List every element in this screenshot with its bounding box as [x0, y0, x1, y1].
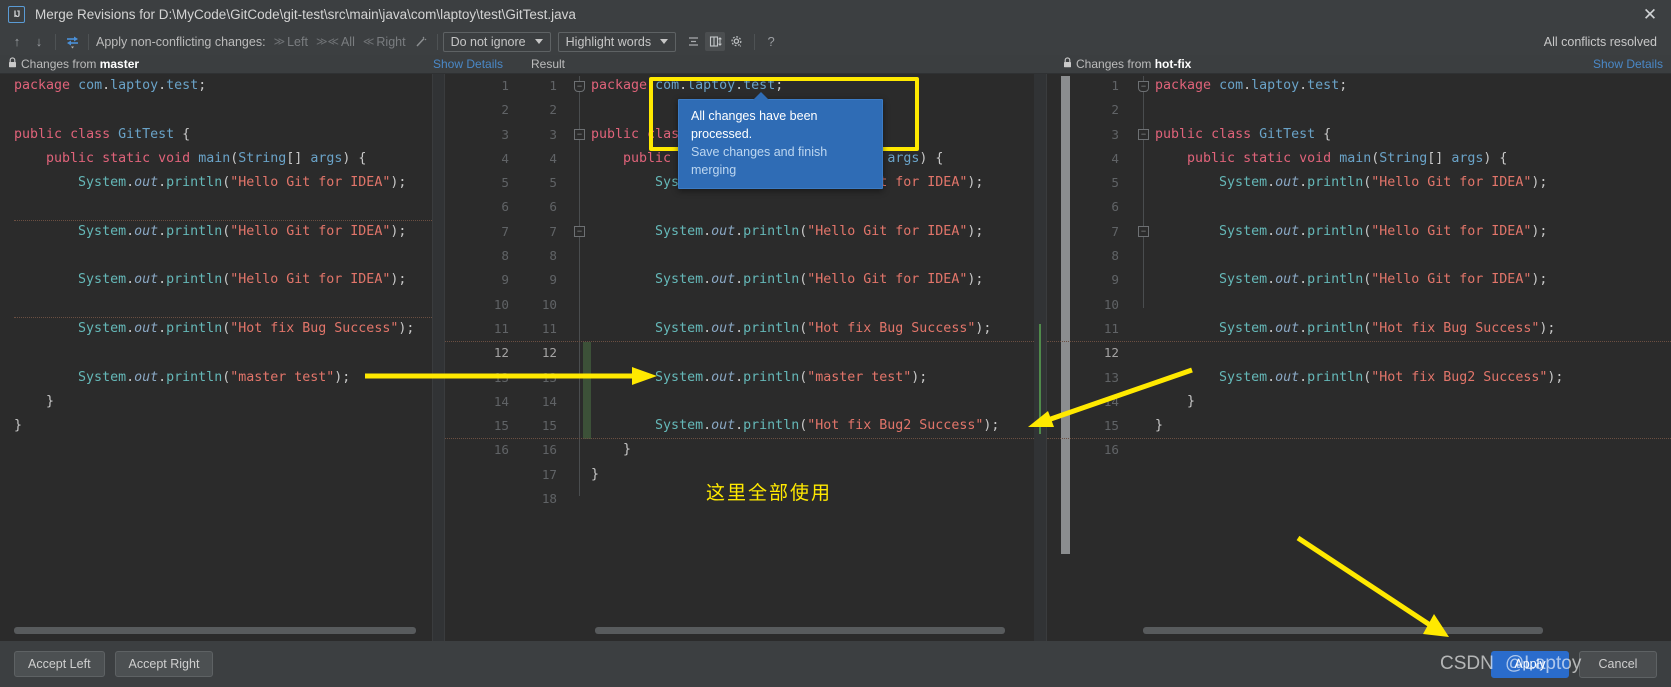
merge-tooltip: All changes have been processed. Save ch…	[678, 99, 883, 189]
chevron-left-double-icon: ≪	[362, 36, 375, 48]
change-separator	[14, 317, 432, 318]
apply-button[interactable]: Apply	[1491, 650, 1569, 678]
dialog-actions: Apply Cancel	[1491, 650, 1657, 678]
change-separator	[1047, 341, 1671, 342]
apply-non-conflicting-label: Apply non-conflicting changes:	[96, 34, 266, 49]
next-difference-icon[interactable]: ↓	[28, 31, 50, 53]
change-separator	[14, 220, 432, 221]
tooltip-line-1: All changes have been processed.	[691, 109, 818, 141]
change-separator	[1047, 438, 1671, 439]
ignore-policy-select[interactable]: Do not ignore	[442, 31, 551, 52]
apply-right-button[interactable]: ≪ Right	[363, 35, 406, 49]
apply-all-non-conflicting-icon[interactable]	[61, 31, 83, 53]
change-separator	[445, 341, 1034, 342]
center-line-numbers-right: 1 2 3 4 5 6 7 8 9 10 11 12 13 14 15 16 17 18	[541, 78, 557, 507]
toolbar-divider-4	[754, 33, 756, 50]
left-horizontal-scrollbar[interactable]	[14, 627, 416, 634]
fold-marker[interactable]: −	[1138, 226, 1149, 237]
previous-difference-icon[interactable]: ↑	[6, 31, 28, 53]
right-horizontal-scrollbar[interactable]	[1143, 627, 1543, 634]
conflicts-status-label: All conflicts resolved	[1543, 34, 1657, 49]
lock-icon	[1063, 57, 1072, 71]
apply-left-label: Left	[287, 34, 308, 49]
accept-right-button[interactable]: Accept Right	[114, 651, 214, 677]
fold-marker[interactable]: −	[574, 226, 585, 237]
center-right-gutter[interactable]	[1034, 74, 1046, 641]
left-code-text: package com.laptoy.test; public class Gi…	[14, 78, 415, 434]
panes-subheader: Changes from master Show Details Result …	[0, 55, 1671, 74]
merge-revisions-window: IJ Merge Revisions for D:\MyCode\GitCode…	[0, 0, 1671, 687]
toolbar-divider-3	[436, 33, 438, 50]
toolbar-divider-2	[88, 33, 89, 50]
change-separator	[445, 438, 1034, 439]
magic-resolve-icon[interactable]	[410, 31, 432, 53]
chevron-both-icon: ≫≪	[315, 36, 339, 48]
fold-rail	[1143, 76, 1144, 308]
chevron-right-double-icon: ≫	[273, 36, 286, 48]
ignore-policy-value: Do not ignore	[450, 34, 526, 49]
change-connector-line	[1039, 324, 1041, 434]
chevron-down-icon	[534, 39, 543, 44]
left-pane-title: Changes from master	[21, 57, 140, 71]
right-vertical-scrollbar[interactable]	[1061, 76, 1070, 554]
bottom-bar: Accept Left Accept Right Apply Cancel CS…	[0, 641, 1671, 687]
highlight-policy-value: Highlight words	[565, 34, 652, 49]
close-icon[interactable]: ✕	[1635, 1, 1665, 27]
tooltip-arrow-icon	[753, 92, 769, 100]
right-code-text: package com.laptoy.test; public class Gi…	[1155, 78, 1564, 434]
window-title: Merge Revisions for D:\MyCode\GitCode\gi…	[35, 6, 576, 22]
toolbar-divider-1	[55, 33, 56, 50]
left-editor-pane[interactable]: package com.laptoy.test; public class Gi…	[0, 74, 432, 641]
highlight-policy-select[interactable]: Highlight words	[557, 31, 677, 52]
show-details-left-link[interactable]: Show Details	[433, 57, 503, 71]
right-pane-header: Changes from hot-fix	[1063, 57, 1191, 71]
right-line-numbers: 1 2 3 4 5 6 7 8 9 10 11 12 13 14 15 16	[1103, 78, 1119, 458]
left-center-gutter[interactable]	[432, 74, 444, 641]
help-icon[interactable]: ?	[760, 31, 782, 53]
cancel-button[interactable]: Cancel	[1579, 650, 1657, 678]
apply-left-button[interactable]: ≫ Left	[274, 35, 308, 49]
lock-icon	[8, 57, 17, 71]
center-line-numbers-left: 1 2 3 4 5 6 7 8 9 10 11 12 13 14 15 16	[493, 78, 509, 458]
toggle-columns-icon[interactable]	[705, 32, 726, 51]
fold-marker[interactable]: −	[574, 129, 585, 140]
fold-marker[interactable]: −	[1138, 129, 1149, 140]
resolved-change-marker	[583, 342, 591, 439]
gear-icon[interactable]	[727, 32, 747, 51]
right-editor-pane[interactable]: 1 2 3 4 5 6 7 8 9 10 11 12 13 14 15 16 − − − package co…	[1046, 74, 1671, 641]
fold-marker[interactable]: −	[1138, 81, 1149, 92]
show-details-right-link[interactable]: Show Details	[1593, 57, 1663, 71]
accept-left-button[interactable]: Accept Left	[14, 651, 105, 677]
collapse-unchanged-icon[interactable]	[683, 32, 703, 51]
intellij-logo-icon: IJ	[8, 5, 25, 23]
apply-all-button[interactable]: ≫≪ All	[316, 35, 355, 49]
apply-all-label: All	[340, 34, 355, 49]
right-pane-title: Changes from hot-fix	[1076, 57, 1192, 71]
result-pane-title: Result	[531, 57, 566, 71]
chevron-down-icon	[660, 39, 669, 44]
toolbar: ↑ ↓ Apply non-conflicting changes: ≫ Lef…	[0, 28, 1671, 55]
watermark-csdn: CSDN	[1440, 653, 1494, 674]
left-pane-header: Changes from master	[8, 57, 139, 71]
title-bar: IJ Merge Revisions for D:\MyCode\GitCode…	[0, 0, 1671, 28]
fold-marker[interactable]: −	[574, 81, 585, 92]
tooltip-line-2: Save changes and finish merging	[691, 145, 828, 177]
chinese-note-annotation: 这里全部使用	[706, 482, 833, 504]
merge-panes: package com.laptoy.test; public class Gi…	[0, 74, 1671, 641]
center-horizontal-scrollbar[interactable]	[595, 627, 1005, 634]
apply-right-label: Right	[376, 34, 406, 49]
